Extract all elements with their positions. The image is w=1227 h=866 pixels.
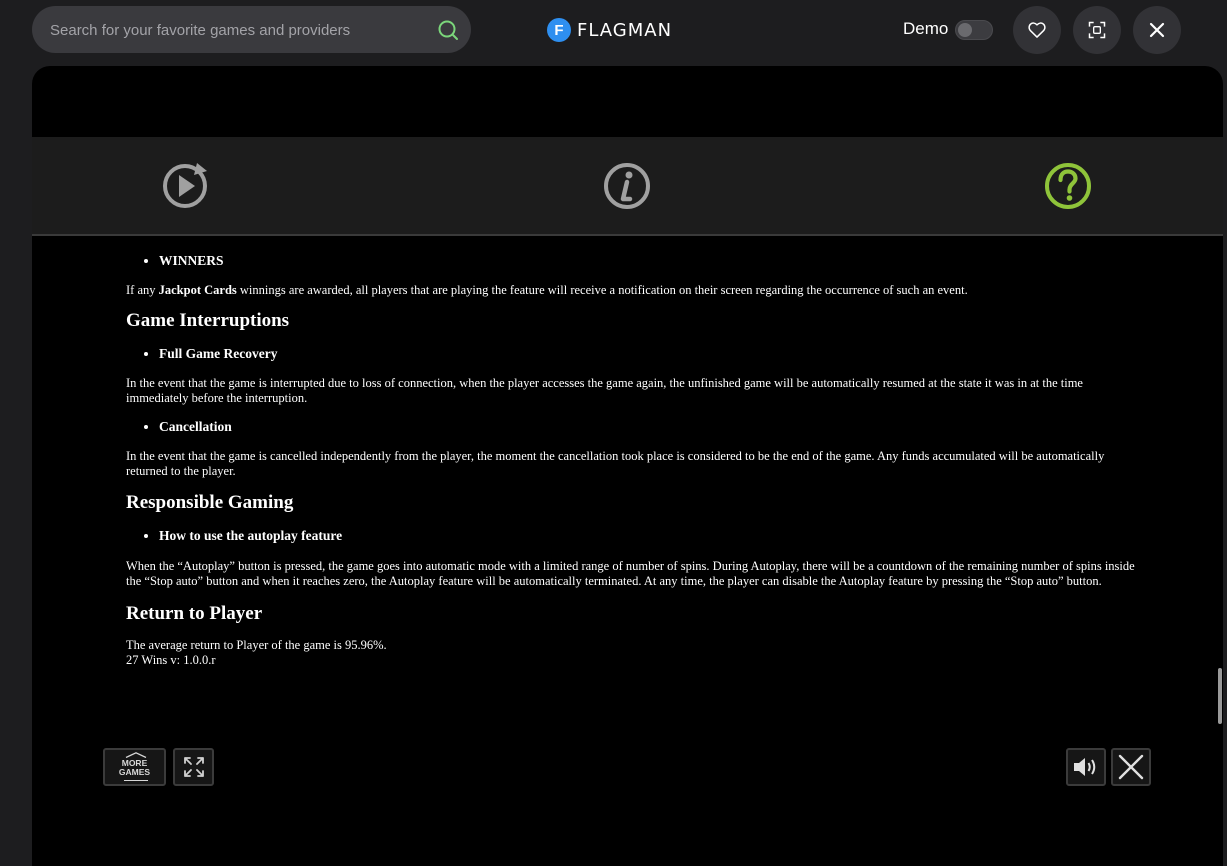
responsible-list: How to use the autoplay feature: [126, 528, 1136, 544]
search-icon[interactable]: [437, 19, 459, 41]
rules-scrollbar[interactable]: [1218, 668, 1222, 724]
list-item: How to use the autoplay feature: [159, 528, 1136, 544]
speaker-icon: [1074, 758, 1096, 776]
interruptions-list: Full Game Recovery: [126, 346, 1136, 362]
logo-text: FLAGMAN: [577, 19, 673, 41]
full-recovery-paragraph: In the event that the game is interrupte…: [126, 376, 1083, 405]
heart-icon: [1028, 22, 1046, 38]
game-menu-bar: [32, 137, 1223, 236]
close-game-button[interactable]: [1111, 748, 1151, 786]
demo-toggle[interactable]: [955, 20, 993, 40]
jackpot-paragraph: If any Jackpot Cards winnings are awarde…: [126, 283, 1136, 298]
fullscreen-icon: [1088, 21, 1106, 39]
return-to-player-heading: Return to Player: [126, 603, 263, 624]
list-item: WINNERS: [159, 253, 1136, 269]
search-input[interactable]: [48, 6, 422, 55]
game-frame: WINNERS If any Jackpot Cards winnings ar…: [32, 66, 1223, 866]
close-icon: [1118, 754, 1144, 780]
version-text: 27 Wins v: 1.0.0.r: [126, 653, 216, 667]
sound-button[interactable]: [1066, 748, 1106, 786]
home-roof-icon: [125, 752, 147, 758]
list-item: Cancellation: [159, 419, 1136, 435]
jackpot-bold: Jackpot Cards: [158, 283, 237, 297]
autoplay-paragraph: When the “Autoplay” button is pressed, t…: [126, 559, 1135, 588]
game-rules-content: WINNERS If any Jackpot Cards winnings ar…: [126, 253, 1136, 668]
expand-button[interactable]: [173, 748, 214, 786]
list-item: Full Game Recovery: [159, 346, 1136, 362]
expand-icon: [183, 757, 204, 777]
cancellation-paragraph: In the event that the game is cancelled …: [126, 449, 1105, 478]
favorite-button[interactable]: [1013, 6, 1061, 54]
help-icon[interactable]: [1043, 161, 1093, 211]
toggle-knob: [958, 23, 972, 37]
close-icon: [1149, 22, 1165, 38]
more-games-button[interactable]: MORE GAMES: [103, 748, 166, 786]
demo-label: Demo: [903, 19, 949, 38]
responsible-gaming-heading: Responsible Gaming: [126, 492, 294, 513]
fullscreen-button[interactable]: [1073, 6, 1121, 54]
close-button[interactable]: [1133, 6, 1181, 54]
jackpot-text-after: winnings are awarded, all players that a…: [236, 283, 968, 297]
flagman-logo[interactable]: F FLAGMAN: [547, 17, 672, 43]
winners-list: WINNERS: [126, 253, 1136, 269]
rtp-paragraph: The average return to Player of the game…: [126, 638, 387, 652]
cancellation-list: Cancellation: [126, 419, 1136, 435]
jackpot-text-before: If any: [126, 283, 159, 297]
search-bar[interactable]: [32, 6, 471, 55]
more-games-line2: GAMES: [118, 767, 151, 777]
more-games-underline: [124, 779, 148, 781]
game-interruptions-heading: Game Interruptions: [126, 310, 290, 331]
replay-icon[interactable]: [161, 161, 211, 211]
more-games-label: MORE GAMES: [119, 759, 150, 777]
logo-mark: F: [547, 18, 571, 42]
info-icon[interactable]: [602, 161, 652, 211]
